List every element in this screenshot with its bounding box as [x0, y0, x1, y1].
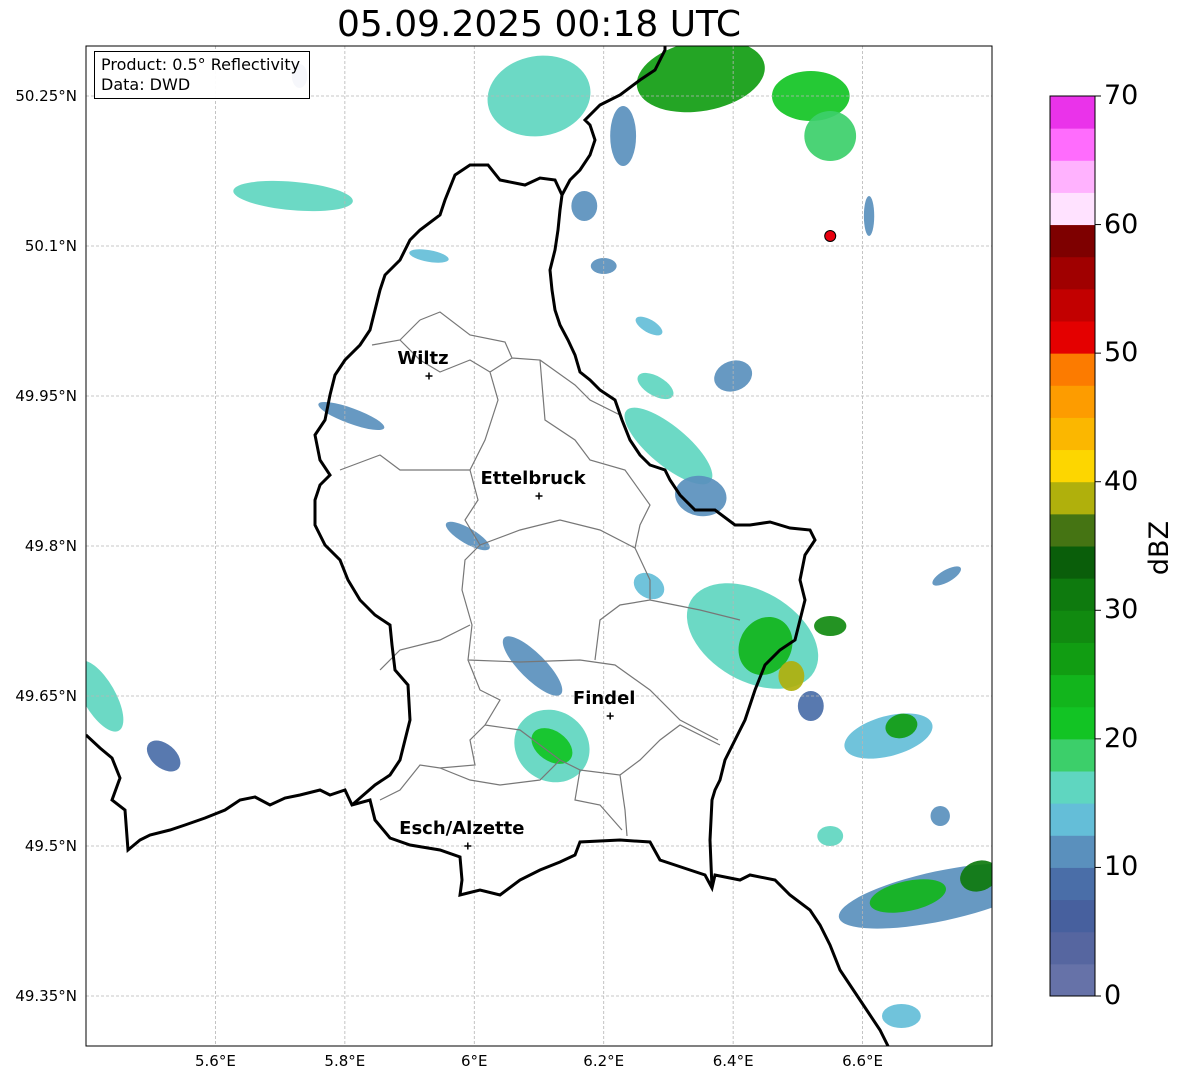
colorbar-bin	[1050, 256, 1095, 290]
echo-cell	[881, 1004, 921, 1028]
colorbar-tick-label: 60	[1104, 208, 1139, 240]
longitude-tick-label: 6.2°E	[583, 1052, 625, 1070]
echo-cell	[814, 616, 847, 636]
longitude-tick-label: 5.8°E	[324, 1052, 366, 1070]
echo-cell	[637, 372, 674, 400]
colorbar	[1049, 95, 1101, 997]
colorbar-bin	[1050, 513, 1095, 547]
colorbar-bin	[1050, 481, 1095, 515]
colorbar-bin	[1050, 963, 1095, 997]
colorbar-bin	[1050, 128, 1095, 161]
colorbar-tick-label: 20	[1104, 722, 1139, 754]
colorbar-bin	[1050, 738, 1095, 772]
colorbar-bin	[1050, 546, 1095, 579]
city-marker	[464, 842, 472, 850]
colorbar-bin	[1050, 706, 1095, 740]
city-label: Findel	[572, 688, 636, 709]
echo-cell	[817, 826, 844, 846]
colorbar-tick-label: 50	[1104, 337, 1139, 369]
colorbar-title: dBZ	[1144, 520, 1175, 576]
colorbar-tick-label: 40	[1104, 465, 1139, 497]
city-marker	[535, 492, 543, 500]
radar-map	[85, 45, 1101, 1047]
colorbar-bin	[1050, 417, 1095, 451]
city-label: Ettelbruck	[480, 468, 586, 489]
colorbar-tick-label: 30	[1104, 594, 1139, 626]
latitude-tick-label: 49.8°N	[24, 537, 77, 555]
echo-cell	[932, 566, 962, 586]
longitude-tick-label: 6.6°E	[842, 1052, 883, 1070]
colorbar-bin	[1050, 899, 1095, 933]
graticule	[86, 46, 992, 1046]
echo-cell	[502, 636, 563, 696]
colorbar-bin	[1050, 610, 1095, 643]
data-source-label: Data: DWD	[101, 75, 191, 94]
colorbar-tick-label: 10	[1104, 851, 1139, 883]
colorbar-bin	[1050, 224, 1095, 258]
longitude-tick-label: 6°E	[461, 1052, 488, 1070]
latitude-tick-label: 50.1°N	[24, 237, 77, 255]
latitude-tick-label: 49.65°N	[15, 687, 77, 705]
echo-cell	[930, 806, 950, 826]
echo-cell	[445, 521, 490, 551]
colorbar-bin	[1050, 192, 1095, 226]
latitude-tick-label: 49.35°N	[15, 987, 77, 1005]
colorbar-bin	[1050, 321, 1095, 354]
colorbar-bin	[1050, 449, 1095, 483]
colorbar-tick-label: 70	[1104, 80, 1139, 111]
echo-cell	[863, 196, 875, 236]
longitude-tick-label: 5.6°E	[195, 1052, 236, 1070]
colorbar-bin	[1050, 642, 1095, 676]
colorbar-bin	[1050, 353, 1095, 386]
colorbar-bin	[1050, 288, 1095, 322]
colorbar-bin	[1050, 160, 1095, 193]
latitude-tick-label: 50.25°N	[15, 87, 77, 105]
echo-cell	[635, 316, 663, 336]
echo-cell	[633, 572, 665, 600]
city-markers	[425, 372, 614, 850]
echo-cell	[778, 661, 805, 691]
echo-cell	[636, 46, 765, 113]
colorbar-bin	[1050, 931, 1095, 965]
colorbar-bin	[1050, 771, 1095, 804]
longitude-tick-label: 6.4°E	[712, 1052, 754, 1070]
colorbar-tick-label: 0	[1104, 980, 1122, 1011]
echo-cell	[146, 740, 181, 772]
echo-cell	[797, 691, 824, 721]
echo-cell	[571, 191, 598, 221]
colorbar-bin	[1050, 803, 1095, 836]
city-label: Wiltz	[397, 348, 449, 369]
echo-cell	[844, 713, 933, 759]
colorbar-bin	[1050, 835, 1095, 868]
latitude-tick-label: 49.5°N	[24, 837, 77, 855]
echo-cell	[610, 106, 637, 166]
colorbar-bin	[1050, 867, 1095, 901]
radar-site-marker	[824, 230, 837, 242]
echo-cell	[804, 111, 857, 161]
colorbar-bin	[1050, 674, 1095, 708]
product-info-box: Product: 0.5° Reflectivity Data: DWD	[94, 51, 310, 99]
product-label: Product: 0.5° Reflectivity	[101, 55, 301, 74]
echo-cell	[409, 249, 449, 263]
city-label: Esch/Alzette	[399, 818, 525, 839]
colorbar-bin	[1050, 578, 1095, 611]
colorbar-bin	[1050, 385, 1095, 418]
city-marker	[425, 372, 433, 380]
latitude-tick-label: 49.95°N	[15, 387, 77, 405]
city-marker	[606, 712, 614, 720]
colorbar-bin	[1050, 96, 1095, 129]
echo-cell	[233, 180, 353, 212]
